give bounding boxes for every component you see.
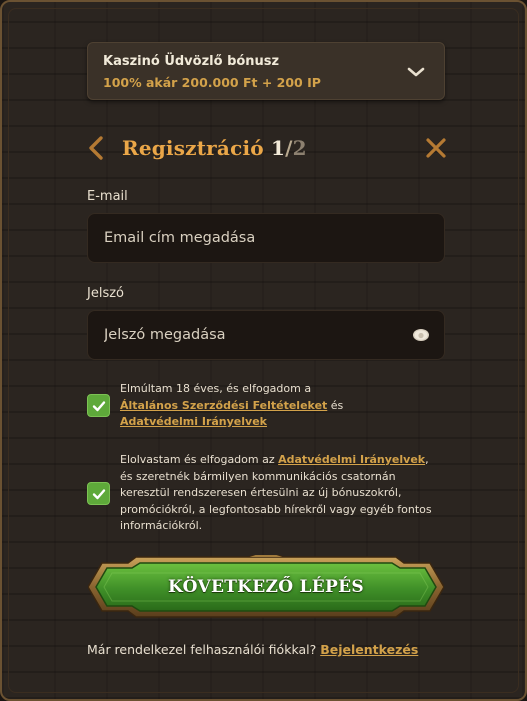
close-icon[interactable]	[423, 135, 449, 161]
step-separator: /	[285, 136, 293, 160]
step-current: 1	[270, 136, 286, 160]
privacy-link-2[interactable]: Adatvédelmi Irányelvek	[278, 453, 425, 466]
eye-icon[interactable]	[411, 326, 431, 344]
bonus-subtitle: 100% akár 200.000 Ft + 200 IP	[103, 75, 321, 90]
age-terms-text: Elmúltam 18 éves, és elfogadom a Általán…	[120, 381, 440, 431]
age-terms-lead: Elmúltam 18 éves, és elfogadom a	[120, 382, 312, 395]
chevron-left-icon[interactable]	[86, 135, 106, 161]
terms-link[interactable]: Általános Szerződési Feltételeket	[120, 399, 327, 412]
registration-panel: Kaszinó Üdvözlő bónusz 100% akár 200.000…	[0, 0, 527, 701]
login-prompt-text: Már rendelkezel felhasználói fiókkal?	[87, 642, 317, 657]
step-total: 2	[292, 136, 307, 160]
check-icon	[92, 400, 105, 411]
title-text: Regisztráció	[122, 136, 264, 160]
marketing-consent-text: Elolvastam és elfogadom az Adatvédelmi I…	[120, 452, 440, 535]
age-terms-and: és	[330, 398, 344, 412]
privacy-link[interactable]: Adatvédelmi Irányelvek	[120, 415, 267, 428]
page-title: Regisztráció 1/2	[122, 136, 307, 160]
marketing-consent-lead: Elolvastam és elfogadom az	[120, 453, 275, 466]
chevron-down-icon[interactable]	[404, 60, 428, 84]
password-field[interactable]	[87, 310, 445, 360]
marketing-consent-checkbox[interactable]	[87, 482, 110, 505]
check-icon	[92, 488, 105, 499]
email-field[interactable]	[87, 213, 445, 263]
bonus-title: Kaszinó Üdvözlő bónusz	[103, 54, 280, 69]
age-terms-checkbox[interactable]	[87, 394, 110, 417]
email-label: E-mail	[87, 189, 128, 204]
password-label: Jelszó	[87, 286, 124, 301]
login-link[interactable]: Bejelentkezés	[320, 642, 418, 657]
login-prompt: Már rendelkezel felhasználói fiókkal? Be…	[87, 642, 418, 657]
next-step-label: KÖVETKEZŐ LÉPÉS	[168, 577, 364, 597]
bonus-selector[interactable]: Kaszinó Üdvözlő bónusz 100% akár 200.000…	[87, 42, 445, 100]
next-step-button[interactable]: KÖVETKEZŐ LÉPÉS	[88, 555, 444, 619]
